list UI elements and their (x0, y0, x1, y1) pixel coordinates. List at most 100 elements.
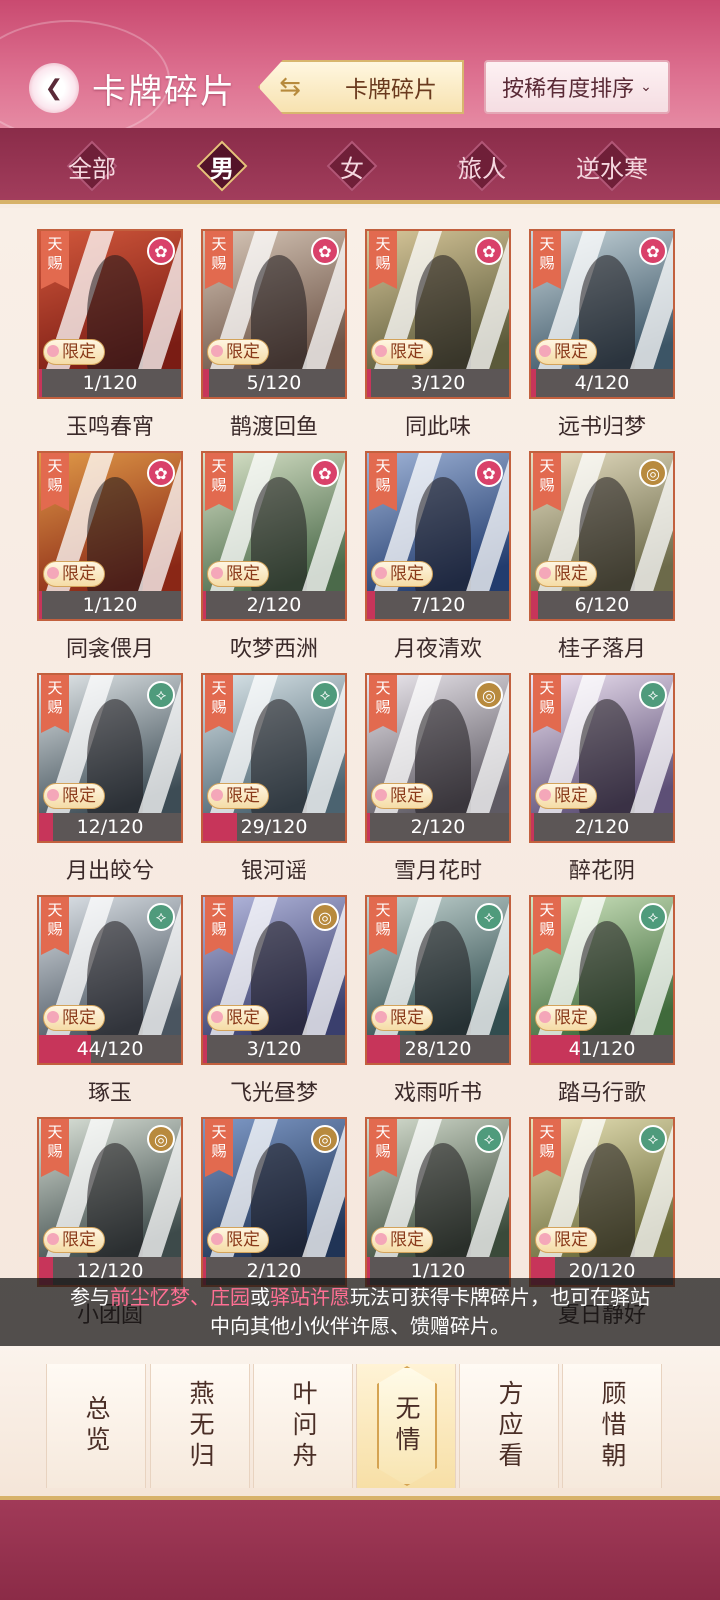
card-fragment-item[interactable]: 天赐 ✿ 限定 4/120 远书归梦 (529, 229, 675, 441)
tip-text: 玩法可获得卡牌碎片，也可在驿站 (350, 1285, 650, 1309)
ribbon-text: 天 (47, 457, 63, 475)
card-fragment-item[interactable]: 天赐 ◎ 限定 2/120 (201, 1117, 347, 1297)
ribbon-text: 天 (539, 679, 555, 697)
fragment-progress-bar: 5/120 (203, 369, 345, 397)
limited-badge: 限定 (207, 783, 269, 809)
ribbon-text: 赐 (211, 1142, 227, 1160)
ribbon-text: 赐 (539, 920, 555, 938)
rarity-ribbon: 天赐 (369, 897, 397, 955)
card-fragment-item[interactable]: 天赐 ⟡ 限定 12/120 月出皎兮 (37, 673, 183, 885)
fragment-count: 29/120 (240, 816, 308, 838)
character-tab-4[interactable]: 方应看 (459, 1364, 559, 1488)
rarity-ribbon: 天赐 (533, 1119, 561, 1177)
character-tab-1[interactable]: 燕无归 (150, 1364, 250, 1488)
ribbon-text: 赐 (375, 254, 391, 272)
ribbon-text: 赐 (375, 476, 391, 494)
card-fragment-item[interactable]: 天赐 ⟡ 限定 29/120 银河谣 (201, 673, 347, 885)
ribbon-text: 天 (211, 457, 227, 475)
sort-dropdown[interactable]: 按稀有度排序 ⌄ (484, 60, 670, 114)
card-frame: 天赐 ⟡ 限定 44/120 (37, 895, 183, 1065)
leaf-emblem-icon: ⟡ (311, 681, 339, 709)
ribbon-text: 天 (211, 679, 227, 697)
ribbon-text: 天 (539, 1123, 555, 1141)
limited-badge: 限定 (371, 561, 433, 587)
card-frame: 天赐 ✿ 限定 4/120 (529, 229, 675, 399)
flower-emblem-icon: ✿ (639, 237, 667, 265)
filter-tab-0[interactable]: 全部 (42, 138, 142, 194)
card-fragment-item[interactable]: 天赐 ✿ 限定 1/120 玉鸣春宵 (37, 229, 183, 441)
tip-text: 参与 (70, 1285, 110, 1309)
character-tab-0[interactable]: 总览 (46, 1364, 146, 1488)
card-frame: 天赐 ◎ 限定 12/120 (37, 1117, 183, 1287)
rarity-ribbon: 天赐 (205, 897, 233, 955)
chevron-down-icon: ⌄ (640, 79, 652, 95)
card-name: 玉鸣春宵 (65, 415, 154, 440)
fragment-count: 5/120 (246, 372, 302, 394)
filter-label: 逆水寒 (576, 154, 648, 183)
filter-tab-3[interactable]: 旅人 (432, 138, 532, 194)
card-fragment-item[interactable]: 天赐 ◎ 限定 2/120 雪月花时 (365, 673, 511, 885)
tab-label: 燕无归 (186, 1379, 215, 1473)
limited-badge: 限定 (207, 1227, 269, 1253)
fragment-progress-bar: 2/120 (203, 591, 345, 619)
switch-view-button[interactable]: ⇆ 卡牌碎片 (258, 60, 464, 114)
card-fragment-item[interactable]: 天赐 ✿ 限定 7/120 月夜清欢 (365, 451, 511, 663)
rarity-ribbon: 天赐 (41, 1119, 69, 1177)
limited-badge: 限定 (535, 1227, 597, 1253)
card-grid: 天赐 ✿ 限定 1/120 玉鸣春宵天赐 ✿ 限定 5/120 鹊渡回鱼天赐 ✿ 限定 3/120 同此… (0, 208, 720, 1378)
limited-badge: 限定 (371, 1005, 433, 1031)
card-fragment-item[interactable]: 天赐 ✿ 限定 2/120 吹梦西洲 (201, 451, 347, 663)
card-name: 银河谣 (240, 859, 307, 884)
filter-tab-4[interactable]: 逆水寒 (562, 138, 662, 194)
ribbon-text: 赐 (47, 476, 63, 494)
fragment-progress-bar: 1/120 (39, 591, 181, 619)
ribbon-text: 赐 (539, 476, 555, 494)
card-fragment-item[interactable]: 天赐 ⟡ 限定 41/120 踏马行歌 (529, 895, 675, 1107)
card-fragment-item[interactable]: 天赐 ⟡ 限定 44/120 琢玉 (37, 895, 183, 1107)
ribbon-text: 赐 (47, 920, 63, 938)
tip-link-wish[interactable]: 驿站许愿 (270, 1285, 350, 1309)
rarity-ribbon: 天赐 (205, 675, 233, 733)
limited-badge: 限定 (43, 783, 105, 809)
ribbon-text: 天 (539, 235, 555, 253)
flower-emblem-icon: ✿ (475, 237, 503, 265)
card-frame: 天赐 ⟡ 限定 1/120 (365, 1117, 511, 1287)
tip-line-1: 参与前尘忆梦、庄园或驿站许愿玩法可获得卡牌碎片，也可在驿站 (0, 1283, 720, 1312)
tip-line-2: 中向其他小伙伴许愿、馈赠碎片。 (210, 1314, 510, 1338)
character-tab-3[interactable]: 无情 (356, 1364, 456, 1488)
fragment-progress-bar: 2/120 (367, 813, 509, 841)
card-fragment-item[interactable]: 天赐 ⟡ 限定 28/120 戏雨听书 (365, 895, 511, 1107)
fragment-progress-bar: 29/120 (203, 813, 345, 841)
card-fragment-item[interactable]: 天赐 ✿ 限定 1/120 同衾偎月 (37, 451, 183, 663)
fragment-count: 28/120 (404, 1038, 472, 1060)
ribbon-text: 天 (375, 235, 391, 253)
card-fragment-item[interactable]: 天赐 ⟡ 限定 2/120 醉花阴 (529, 673, 675, 885)
card-fragment-item[interactable]: 天赐 ⟡ 限定 1/120 (365, 1117, 511, 1297)
fragment-progress-bar: 3/120 (367, 369, 509, 397)
ribbon-text: 赐 (211, 920, 227, 938)
filter-tab-1[interactable]: 男 (172, 138, 272, 194)
fragment-count: 7/120 (410, 594, 466, 616)
ribbon-text: 天 (47, 1123, 63, 1141)
tip-link-dream-manor[interactable]: 前尘忆梦、庄园 (110, 1285, 250, 1309)
filter-tab-2[interactable]: 女 (302, 138, 402, 194)
character-tab-5[interactable]: 顾惜朝 (562, 1364, 662, 1488)
card-name: 桂子落月 (557, 637, 646, 662)
fragment-count: 3/120 (246, 1038, 302, 1060)
card-name: 月夜清欢 (393, 637, 482, 662)
card-fragment-item[interactable]: 天赐 ◎ 限定 3/120 飞光昼梦 (201, 895, 347, 1107)
card-fragment-item[interactable]: 天赐 ✿ 限定 5/120 鹊渡回鱼 (201, 229, 347, 441)
rarity-ribbon: 天赐 (41, 675, 69, 733)
fragment-count: 44/120 (76, 1038, 144, 1060)
fragment-progress-bar: 3/120 (203, 1035, 345, 1063)
card-fragment-item[interactable]: 天赐 ✿ 限定 3/120 同此味 (365, 229, 511, 441)
back-button[interactable]: ❮ (26, 60, 82, 116)
filter-label: 女 (340, 154, 364, 183)
card-frame: 天赐 ✿ 限定 2/120 (201, 451, 347, 621)
sort-label: 按稀有度排序 (502, 77, 635, 102)
card-fragment-item[interactable]: 天赐 ◎ 限定 6/120 桂子落月 (529, 451, 675, 663)
character-tab-2[interactable]: 叶问舟 (253, 1364, 353, 1488)
rarity-ribbon: 天赐 (205, 1119, 233, 1177)
coin-emblem-icon: ◎ (475, 681, 503, 709)
card-name: 雪月花时 (393, 859, 482, 884)
